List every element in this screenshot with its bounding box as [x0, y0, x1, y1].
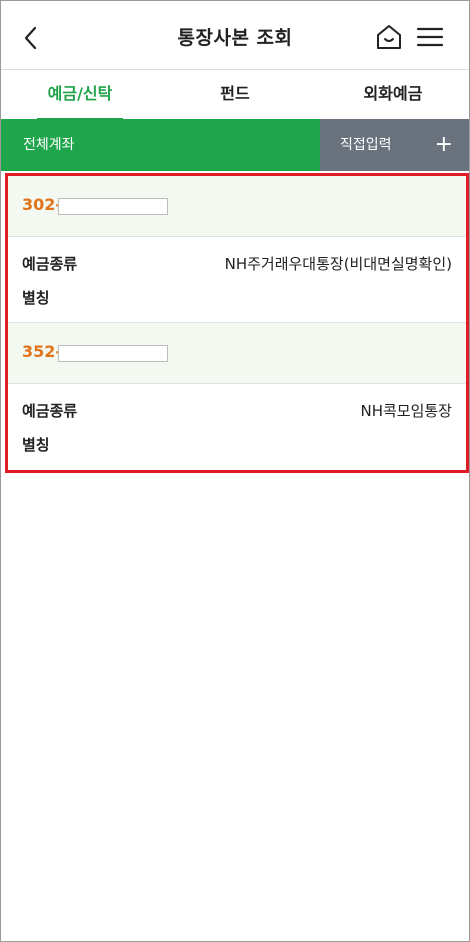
account-list: 302- 예금종류 NH주거래우대통장(비대면실명확인) 별칭 352- 예금종…	[5, 173, 469, 473]
top-header: 통장사본 조회	[1, 1, 469, 69]
tab-label: 예금/신탁	[47, 84, 113, 103]
hamburger-menu-icon	[416, 27, 444, 47]
product-tabs: 예금/신탁 펀드 외화예금	[1, 69, 469, 121]
account-row-header[interactable]: 352-	[8, 323, 466, 384]
deposit-type-label: 예금종류	[22, 402, 78, 420]
masked-account-number	[58, 345, 168, 362]
home-icon	[377, 25, 401, 49]
tab-fund[interactable]: 펀드	[197, 70, 273, 120]
home-button[interactable]	[373, 21, 405, 53]
account-number: 302-	[22, 195, 63, 214]
deposit-type-label: 예금종류	[22, 255, 78, 273]
plus-icon: +	[434, 132, 453, 157]
menu-button[interactable]	[415, 23, 445, 51]
tab-label: 펀드	[220, 84, 250, 103]
deposit-type-value: NH콕모임통장	[360, 402, 452, 420]
all-accounts-button[interactable]: 전체계좌	[1, 119, 320, 171]
nickname-label: 별칭	[22, 289, 50, 307]
account-details: 예금종류 NH주거래우대통장(비대면실명확인) 별칭	[8, 237, 466, 323]
account-row-header[interactable]: 302-	[8, 176, 466, 237]
tab-foreign-deposit[interactable]: 외화예금	[347, 70, 439, 120]
masked-account-number	[58, 198, 168, 215]
deposit-type-value: NH주거래우대통장(비대면실명확인)	[224, 255, 452, 273]
app-frame: 통장사본 조회 예금/신탁 펀드 외화예금 전체계좌 직접입력 + 302- 예…	[0, 0, 470, 942]
all-accounts-label: 전체계좌	[23, 137, 75, 153]
account-selection-bar: 전체계좌 직접입력 +	[1, 119, 469, 171]
direct-input-button[interactable]: 직접입력 +	[320, 119, 469, 171]
tab-label: 외화예금	[363, 84, 423, 103]
tab-deposit-trust[interactable]: 예금/신탁	[37, 70, 123, 121]
nickname-label: 별칭	[22, 436, 50, 454]
direct-input-label: 직접입력	[340, 137, 392, 153]
account-number: 352-	[22, 342, 63, 361]
account-details: 예금종류 NH콕모임통장 별칭	[8, 384, 466, 470]
